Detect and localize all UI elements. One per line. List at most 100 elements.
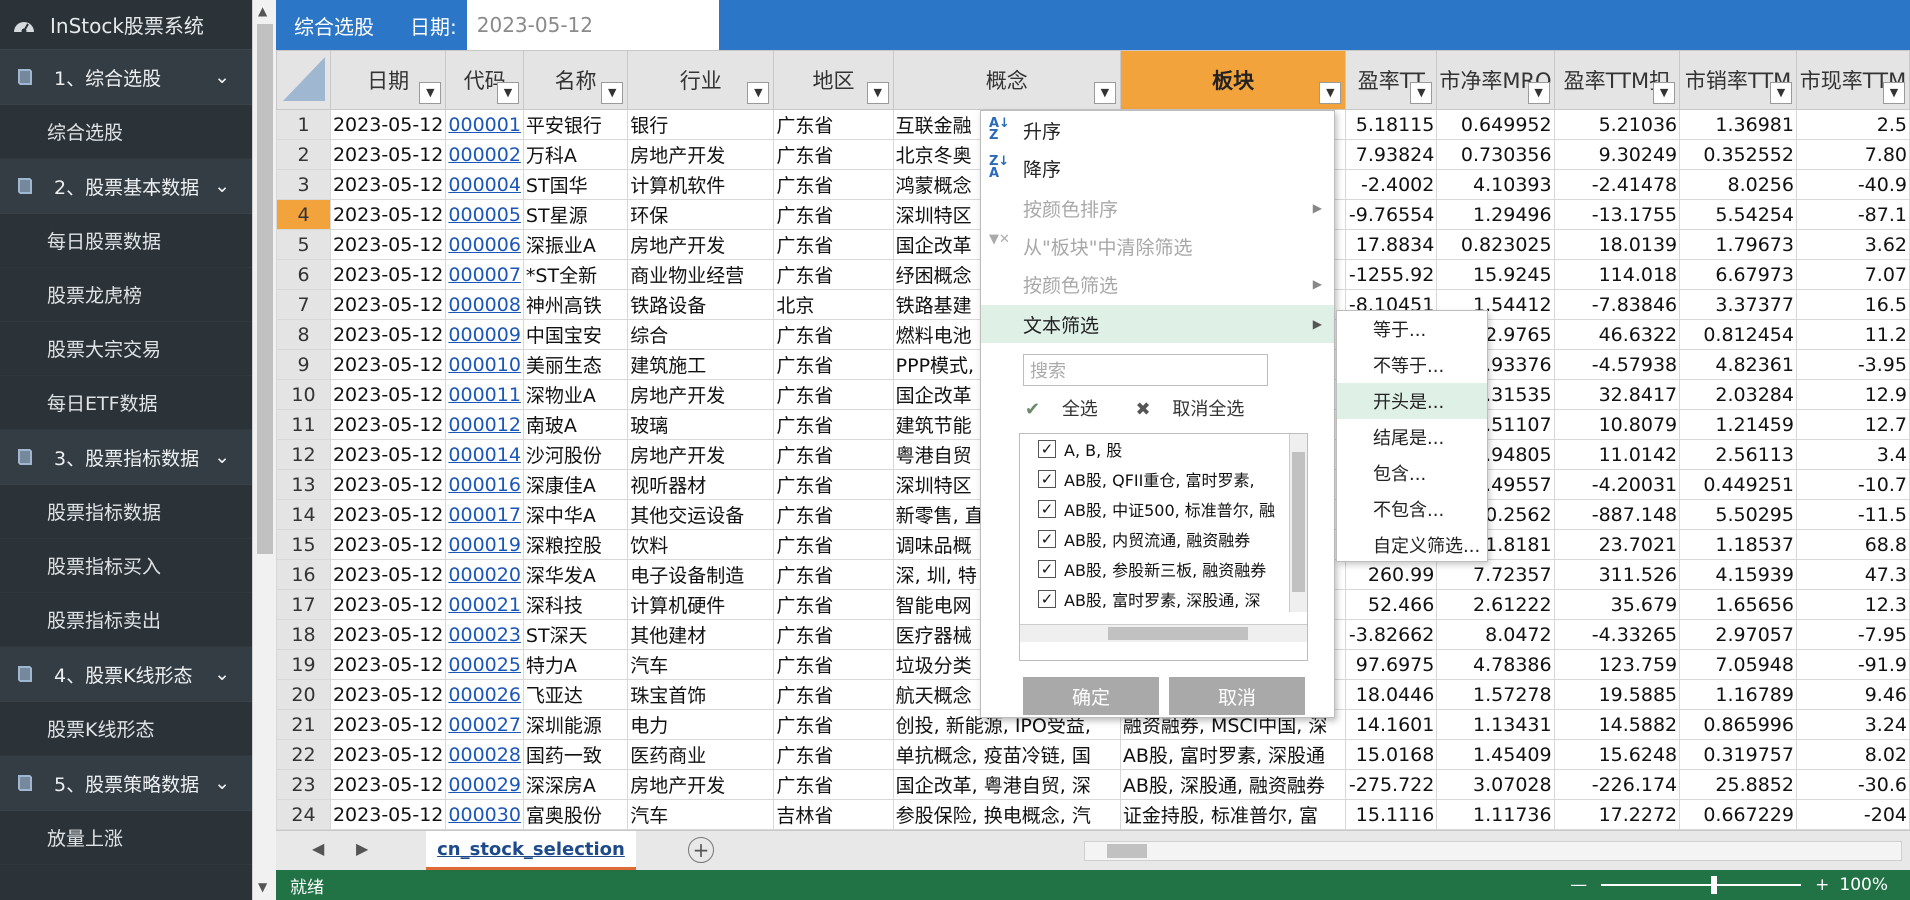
text-filter-option[interactable]: 等于... — [1337, 311, 1487, 347]
zoom-in-icon[interactable]: + — [1815, 875, 1829, 895]
next-sheet-icon[interactable]: ▶ — [356, 839, 368, 858]
ok-button[interactable]: 确定 — [1023, 677, 1159, 715]
table-cell[interactable]: 000014 — [445, 439, 524, 470]
select-all-link[interactable]: ✔ 全选 — [1025, 399, 1114, 420]
filter-value-item[interactable]: ✓ A, B, 股 — [1020, 434, 1307, 464]
prev-sheet-icon[interactable]: ◀ — [312, 839, 324, 858]
table-cell[interactable]: 000029 — [445, 769, 524, 800]
date-input[interactable]: 2023-05-12 — [466, 0, 719, 50]
filter-dropdown-icon[interactable]: ▼ — [1410, 82, 1433, 104]
sidebar-item[interactable]: 股票K线形态 — [0, 702, 252, 756]
row-number[interactable]: 9 — [276, 349, 331, 380]
text-filter-item[interactable]: 文本筛选 ▶ — [981, 305, 1334, 343]
row-number[interactable]: 13 — [276, 469, 331, 500]
sidebar-scrollbar[interactable]: ▲ ▼ — [252, 0, 276, 900]
filter-dropdown-icon[interactable]: ▼ — [747, 82, 770, 104]
column-header[interactable]: 地区 ▼ — [773, 50, 894, 110]
filter-value-item[interactable]: ✓ AB股, 参股新三板, 融资融券 — [1020, 554, 1307, 584]
table-cell[interactable]: 000005 — [445, 199, 524, 230]
filter-dropdown-icon[interactable]: ▼ — [419, 82, 442, 104]
scroll-up-icon[interactable]: ▲ — [258, 4, 267, 18]
row-number[interactable]: 21 — [276, 709, 331, 740]
column-header[interactable]: 概念 ▼ — [892, 50, 1121, 110]
row-number[interactable]: 2 — [276, 139, 331, 170]
row-number[interactable]: 12 — [276, 439, 331, 470]
table-cell[interactable]: 000010 — [445, 349, 524, 380]
cancel-button[interactable]: 取消 — [1169, 677, 1305, 715]
row-number[interactable]: 15 — [276, 529, 331, 560]
sheet-horizontal-scrollbar[interactable] — [1084, 841, 1902, 861]
list-horizontal-scrollbar[interactable] — [1020, 624, 1307, 642]
scrollbar-thumb[interactable] — [1292, 452, 1305, 592]
column-header[interactable]: 日期 ▼ — [329, 50, 447, 110]
column-header[interactable]: 板块 ▼ — [1119, 50, 1347, 110]
column-header[interactable]: 代码 ▼ — [445, 50, 524, 110]
sidebar-section[interactable]: 4、股票K线形态 ⌄ — [0, 647, 252, 702]
row-number[interactable]: 8 — [276, 319, 331, 350]
filter-value-item[interactable]: ✓ AB股, QFII重仓, 富时罗素, — [1020, 464, 1307, 494]
checkbox-checked-icon[interactable]: ✓ — [1038, 560, 1056, 578]
row-number[interactable]: 14 — [276, 499, 331, 530]
row-number[interactable]: 17 — [276, 589, 331, 620]
column-header[interactable]: 市现率TTM ▼ — [1795, 50, 1910, 110]
row-number[interactable]: 19 — [276, 649, 331, 680]
checkbox-checked-icon[interactable]: ✓ — [1038, 440, 1056, 458]
text-filter-option[interactable]: 包含... — [1337, 455, 1487, 491]
filter-dropdown-icon[interactable]: ▼ — [1319, 82, 1342, 104]
row-number[interactable]: 22 — [276, 739, 331, 770]
table-cell[interactable]: 000011 — [445, 379, 524, 410]
checkbox-checked-icon[interactable]: ✓ — [1038, 590, 1056, 608]
row-number[interactable]: 24 — [276, 799, 331, 830]
column-header[interactable]: 盈率TT ▼ — [1345, 50, 1438, 110]
text-filter-option[interactable]: 结尾是... — [1337, 419, 1487, 455]
filter-dropdown-icon[interactable]: ▼ — [601, 82, 624, 104]
table-cell[interactable]: 000025 — [445, 649, 524, 680]
table-cell[interactable]: 000020 — [445, 559, 524, 590]
checkbox-checked-icon[interactable]: ✓ — [1038, 500, 1056, 518]
sidebar-item[interactable]: 综合选股 — [0, 105, 252, 159]
zoom-slider[interactable] — [1601, 876, 1802, 894]
row-number[interactable]: 23 — [276, 769, 331, 800]
deselect-all-link[interactable]: ✖ 取消全选 — [1136, 399, 1261, 420]
sort-descending-item[interactable]: Z↓ A 降序 — [981, 149, 1334, 187]
filter-dropdown-icon[interactable]: ▼ — [1527, 82, 1550, 104]
text-filter-option[interactable]: 不等于... — [1337, 347, 1487, 383]
row-number[interactable]: 4 — [276, 199, 331, 230]
column-header[interactable]: 市净率MRQ ▼ — [1436, 50, 1555, 110]
table-cell[interactable]: 000026 — [445, 679, 524, 710]
add-sheet-icon[interactable]: + — [688, 837, 714, 863]
sidebar-item[interactable]: 每日ETF数据 — [0, 376, 252, 430]
text-filter-option[interactable]: 开头是... — [1337, 383, 1487, 419]
row-number[interactable]: 1 — [276, 109, 331, 140]
sidebar-section[interactable]: 2、股票基本数据 ⌄ — [0, 159, 252, 214]
zoom-slider-knob[interactable] — [1711, 876, 1718, 894]
filter-dropdown-icon[interactable]: ▼ — [1769, 82, 1792, 104]
filter-dropdown-icon[interactable]: ▼ — [1883, 82, 1905, 104]
row-number[interactable]: 16 — [276, 559, 331, 590]
filter-search-input[interactable]: 搜索 — [1023, 354, 1268, 386]
column-header[interactable]: 市销率TTM ▼ — [1679, 50, 1797, 110]
sidebar-item[interactable]: 股票指标买入 — [0, 539, 252, 593]
table-cell[interactable]: 000021 — [445, 589, 524, 620]
row-number[interactable]: 3 — [276, 169, 331, 200]
sheet-tab[interactable]: cn_stock_selection — [426, 831, 636, 871]
row-number[interactable]: 10 — [276, 379, 331, 410]
app-brand[interactable]: InStock股票系统 — [0, 0, 252, 50]
filter-value-item[interactable]: ✓ AB股, 富时罗素, 深股通, 深 — [1020, 584, 1307, 614]
table-cell[interactable]: 000028 — [445, 739, 524, 770]
select-all-corner[interactable] — [276, 50, 331, 110]
sort-ascending-item[interactable]: A↓ Z 升序 — [981, 111, 1334, 149]
checkbox-checked-icon[interactable]: ✓ — [1038, 470, 1056, 488]
table-cell[interactable]: 000030 — [445, 799, 524, 830]
text-filter-option[interactable]: 不包含... — [1337, 491, 1487, 527]
scrollbar-thumb[interactable] — [257, 24, 273, 554]
filter-value-item[interactable]: ✓ AB股, 中证500, 标准普尔, 融 — [1020, 494, 1307, 524]
table-cell[interactable]: 000004 — [445, 169, 524, 200]
sidebar-item[interactable]: 每日股票数据 — [0, 214, 252, 268]
row-number[interactable]: 18 — [276, 619, 331, 650]
column-header[interactable]: 名称 ▼ — [522, 50, 629, 110]
scroll-down-icon[interactable]: ▼ — [258, 880, 267, 894]
table-cell[interactable]: 000016 — [445, 469, 524, 500]
table-cell[interactable]: 000009 — [445, 319, 524, 350]
column-header[interactable]: 盈率TTM扣 ▼ — [1553, 50, 1681, 110]
